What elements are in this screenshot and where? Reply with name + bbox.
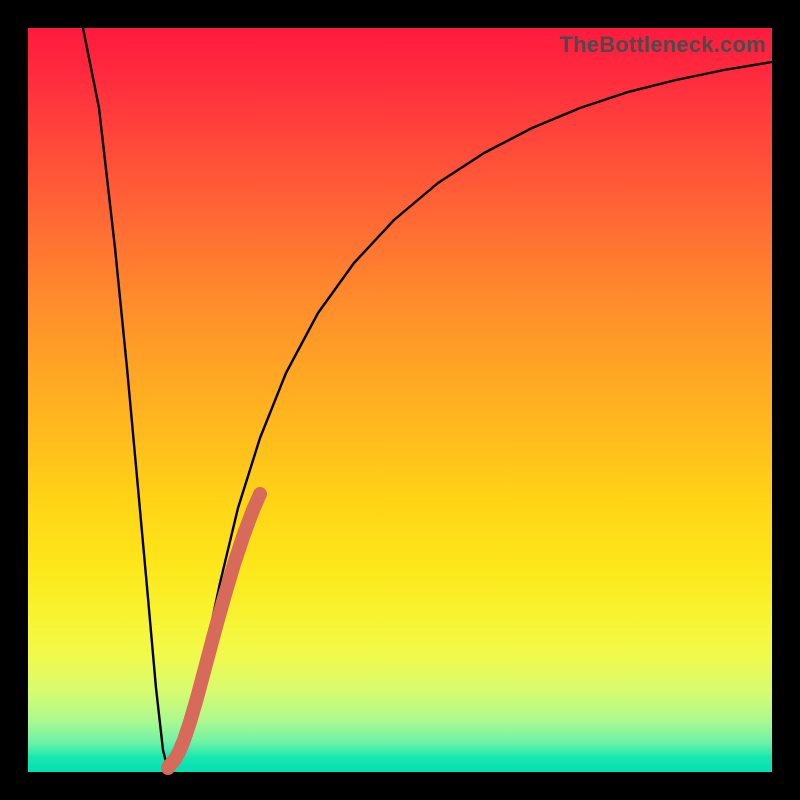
plot-area: TheBottleneck.com	[28, 28, 772, 772]
chart-frame: TheBottleneck.com	[0, 0, 800, 800]
bottleneck-curve	[83, 28, 772, 770]
highlight-segment	[169, 494, 260, 766]
curve-min-marker	[161, 761, 175, 775]
curve-layer	[28, 28, 772, 772]
